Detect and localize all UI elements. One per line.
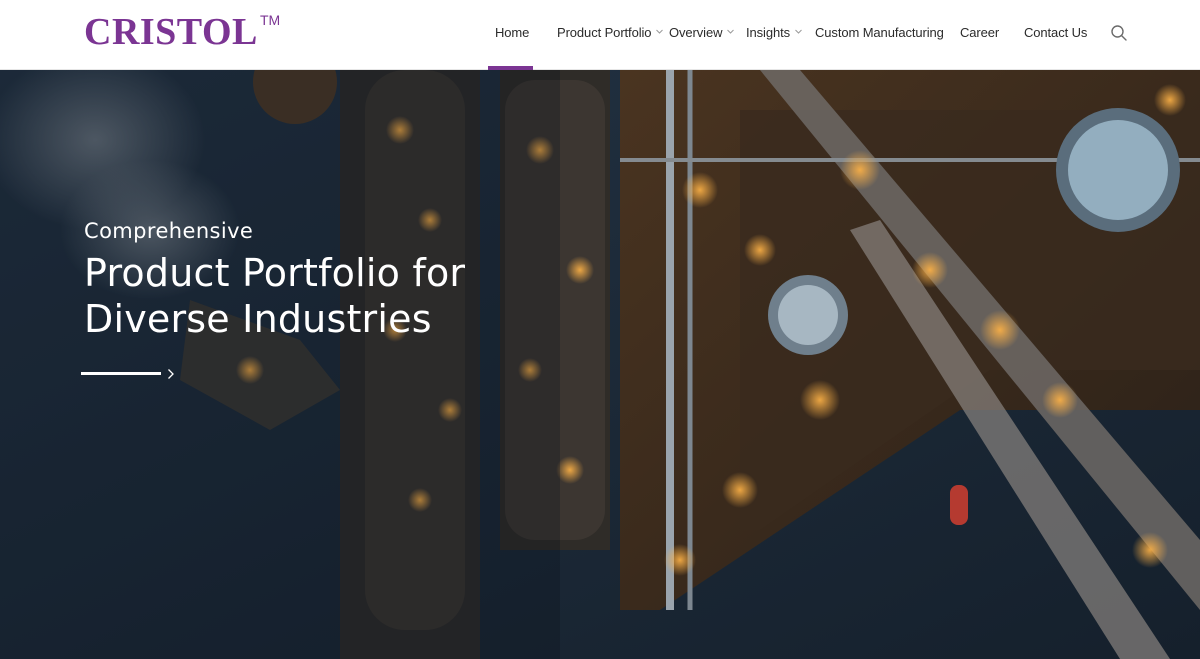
main-navigation: Home Product Portfolio Overview Insights… (0, 0, 1200, 70)
hero-kicker: Comprehensive (84, 219, 254, 243)
cta-line (81, 372, 161, 375)
site-header: CRISTOL TM Home Product Portfolio Overvi… (0, 0, 1200, 70)
chevron-down-icon (795, 28, 802, 35)
nav-item-overview[interactable]: Overview (669, 24, 735, 42)
chevron-right-icon (167, 367, 175, 385)
hero-title: Product Portfolio for Diverse Industries (84, 251, 466, 341)
nav-item-label: Contact Us (1024, 25, 1088, 40)
nav-item-contact-us[interactable]: Contact Us (1024, 24, 1087, 42)
chevron-down-icon (727, 28, 735, 35)
nav-item-label: Product Portfolio (557, 25, 652, 40)
hero-background-image (0, 70, 1200, 659)
nav-item-custom-manufacturing[interactable]: Custom Manufacturing (815, 24, 944, 42)
nav-item-label: Career (960, 25, 1000, 40)
active-nav-indicator (488, 66, 533, 70)
nav-item-label: Overview (669, 25, 723, 40)
nav-item-home[interactable]: Home (495, 24, 529, 42)
nav-item-label: Custom Manufacturing (815, 25, 944, 40)
search-button[interactable] (1110, 24, 1128, 42)
search-icon (1110, 25, 1128, 45)
nav-item-label: Insights (746, 25, 791, 40)
hero-cta-link[interactable] (81, 366, 181, 382)
nav-item-product-portfolio[interactable]: Product Portfolio (557, 24, 664, 42)
hero-banner: Comprehensive Product Portfolio for Dive… (0, 70, 1200, 659)
nav-item-career[interactable]: Career (960, 24, 999, 42)
nav-item-label: Home (495, 25, 530, 40)
hero-text-block: Comprehensive Product Portfolio for Dive… (84, 218, 604, 342)
nav-item-insights[interactable]: Insights (746, 24, 802, 42)
chevron-down-icon (656, 28, 664, 35)
